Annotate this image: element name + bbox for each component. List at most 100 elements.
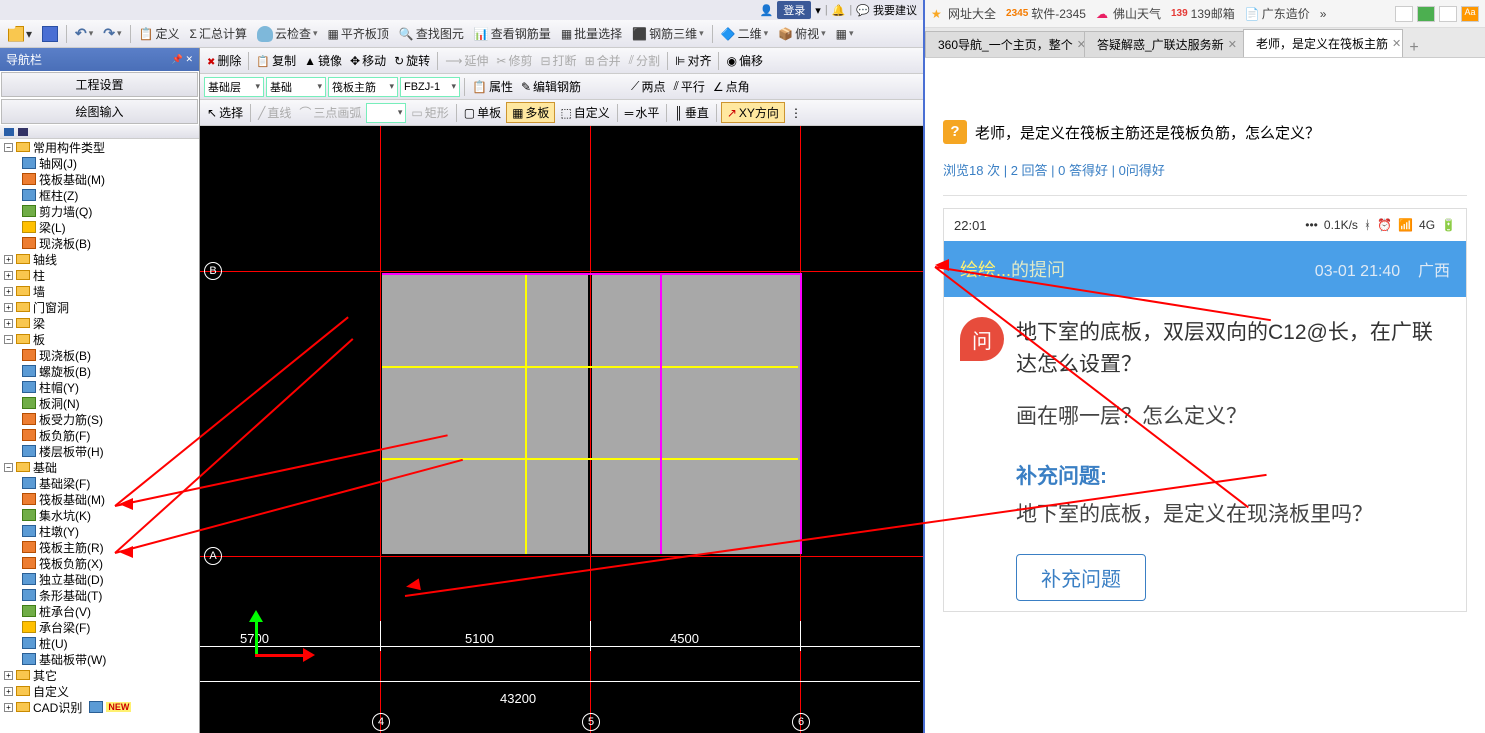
property-button[interactable]: 📋 属性 xyxy=(469,77,516,96)
supplement-button[interactable]: 补充问题 xyxy=(1016,554,1146,601)
tree-wall[interactable]: +墙 xyxy=(0,283,199,299)
tree-raft[interactable]: 筏板基础(M) xyxy=(0,171,199,187)
tree-spiral[interactable]: 螺旋板(B) xyxy=(0,363,199,379)
tree-shearwall[interactable]: 剪力墙(Q) xyxy=(0,203,199,219)
nav-project-settings[interactable]: 工程设置 xyxy=(1,72,198,97)
tab-360[interactable]: 360导航_一个主页，整个✕ xyxy=(925,31,1085,57)
suggest-link[interactable]: 我要建议 xyxy=(856,2,917,18)
align-button[interactable]: ⊫ 对齐 xyxy=(672,51,714,70)
copy-button[interactable]: 复制 xyxy=(253,51,299,70)
undo-button[interactable] xyxy=(71,23,97,44)
tree-col-pier[interactable]: 柱墩(Y) xyxy=(0,523,199,539)
bird-view-button[interactable]: 📦 俯视 xyxy=(774,23,830,44)
tree-slab-neg[interactable]: 板负筋(F) xyxy=(0,427,199,443)
module-icon-2[interactable] xyxy=(18,128,28,136)
tree-found-band[interactable]: 基础板带(W) xyxy=(0,651,199,667)
mirror-button[interactable]: ▲ 镜像 xyxy=(301,51,345,70)
tree-slab-cat[interactable]: −板 xyxy=(0,331,199,347)
tree-door[interactable]: +门窗洞 xyxy=(0,299,199,315)
2d-button[interactable]: 🔷 二维 xyxy=(717,23,773,44)
bookmark-sites[interactable]: ★网址大全 xyxy=(931,5,996,22)
tree-beam[interactable]: 梁(L) xyxy=(0,219,199,235)
bell-icon[interactable] xyxy=(832,4,846,17)
edit-rebar-button[interactable]: ✎ 编辑钢筋 xyxy=(518,77,584,96)
tree-frame-col[interactable]: 框柱(Z) xyxy=(0,187,199,203)
tree-grid[interactable]: 轴网(J) xyxy=(0,155,199,171)
name-combo[interactable]: FBZJ-1 xyxy=(400,77,460,97)
batch-select-button[interactable]: ▦ 批量选择 xyxy=(557,23,626,44)
tree-cad[interactable]: +CAD识别 NEW xyxy=(0,699,199,715)
point-angle-button[interactable]: ∠ 点角 xyxy=(710,77,753,96)
tree-slab-rebar[interactable]: 板受力筋(S) xyxy=(0,411,199,427)
tree-raft-main[interactable]: 筏板主筋(R) xyxy=(0,539,199,555)
rt-icon-2[interactable] xyxy=(1417,6,1435,22)
extra-menu[interactable]: ▦ xyxy=(832,25,858,43)
member-combo[interactable]: 筏板主筋 xyxy=(328,77,398,97)
tree-custom[interactable]: +自定义 xyxy=(0,683,199,699)
cloud-check-button[interactable]: 云检查 xyxy=(253,23,322,44)
tab-answer[interactable]: 答疑解惑_广联达服务新✕ xyxy=(1084,31,1244,57)
rt-icon-aa[interactable]: Aa xyxy=(1461,6,1479,22)
slab-block[interactable] xyxy=(382,368,588,458)
horizontal-button[interactable]: ═ 水平 xyxy=(622,103,663,122)
tree-cap-beam[interactable]: 承台梁(F) xyxy=(0,619,199,635)
view-rebar-button[interactable]: 📊 查看钢筋量 xyxy=(470,23,555,44)
tree-axis[interactable]: +轴线 xyxy=(0,251,199,267)
bookmark-more[interactable]: » xyxy=(1320,7,1327,21)
bookmark-software[interactable]: 2345软件-2345 xyxy=(1006,5,1086,22)
slab-block[interactable] xyxy=(382,460,588,554)
close-icon[interactable]: ✕ xyxy=(1228,38,1237,51)
floor-combo[interactable]: 基础层 xyxy=(204,77,264,97)
rt-icon-3[interactable] xyxy=(1439,6,1457,22)
parallel-button[interactable]: ⫽ 平行 xyxy=(670,77,707,96)
vertical-button[interactable]: ║ 垂直 xyxy=(671,103,712,122)
tree-floor-band[interactable]: 楼层板带(H) xyxy=(0,443,199,459)
extra-dd[interactable]: ⋮ xyxy=(787,105,805,121)
tree-found-beam[interactable]: 基础梁(F) xyxy=(0,475,199,491)
tree-pile-cap[interactable]: 桩承台(V) xyxy=(0,603,199,619)
select-button[interactable]: ↖ 选择 xyxy=(204,103,246,122)
rotate-button[interactable]: ↻ 旋转 xyxy=(391,51,433,70)
offset-button[interactable]: ◉ 偏移 xyxy=(723,51,766,70)
tree-pile[interactable]: 桩(U) xyxy=(0,635,199,651)
multi-slab-button[interactable]: ▦ 多板 xyxy=(506,102,555,123)
tree-indep-found[interactable]: 独立基础(D) xyxy=(0,571,199,587)
login-button[interactable]: 登录 xyxy=(777,1,811,19)
tree-common[interactable]: −常用构件类型 xyxy=(0,139,199,155)
bookmark-gdprice[interactable]: 📄广东造价 xyxy=(1245,5,1310,22)
tree-other[interactable]: +其它 xyxy=(0,667,199,683)
bookmark-mail[interactable]: 139139邮箱 xyxy=(1171,5,1235,22)
tree-strip-found[interactable]: 条形基础(T) xyxy=(0,587,199,603)
slab-block[interactable] xyxy=(382,274,588,366)
sum-calc-button[interactable]: Σ 汇总计算 xyxy=(186,23,251,44)
single-slab-button[interactable]: ▢ 单板 xyxy=(461,103,504,122)
two-point-button[interactable]: ⟋ 两点 xyxy=(628,77,668,96)
login-dropdown[interactable]: ▾ xyxy=(815,4,821,17)
save-button[interactable] xyxy=(38,24,62,44)
nav-pin-icon[interactable]: 📌 ✕ xyxy=(172,54,193,65)
tree-column[interactable]: +柱 xyxy=(0,267,199,283)
tree-foundation[interactable]: −基础 xyxy=(0,459,199,475)
tree-raft-found[interactable]: 筏板基础(M) xyxy=(0,491,199,507)
tree-cap[interactable]: 柱帽(Y) xyxy=(0,379,199,395)
xy-direction-button[interactable]: ↗ XY方向 xyxy=(721,102,785,123)
tree-castslab2[interactable]: 现浇板(B) xyxy=(0,347,199,363)
slab-block[interactable] xyxy=(670,274,800,554)
new-tab-button[interactable]: + xyxy=(1402,39,1426,57)
rt-icon-1[interactable] xyxy=(1395,6,1413,22)
custom-button[interactable]: ⬚ 自定义 xyxy=(557,103,612,122)
delete-button[interactable]: 删除 xyxy=(204,51,244,70)
tree-slabhole[interactable]: 板洞(N) xyxy=(0,395,199,411)
drawing-canvas[interactable]: B A 4 5 6 5700 5100 4500 43200 xyxy=(200,126,923,733)
close-icon[interactable]: ✕ xyxy=(1392,37,1401,50)
open-button[interactable]: ▾ xyxy=(4,24,36,44)
find-elem-button[interactable]: 🔍 查找图元 xyxy=(395,23,468,44)
tree-raft-neg[interactable]: 筏板负筋(X) xyxy=(0,555,199,571)
bookmark-weather[interactable]: ☁佛山天气 xyxy=(1096,5,1161,22)
nav-drawing-input[interactable]: 绘图输入 xyxy=(1,99,198,124)
tree-sump[interactable]: 集水坑(K) xyxy=(0,507,199,523)
redo-button[interactable] xyxy=(99,23,125,44)
define-button[interactable]: 📋 定义 xyxy=(135,23,184,44)
rebar-3d-button[interactable]: ⬛ 钢筋三维 xyxy=(628,23,708,44)
tab-teacher[interactable]: 老师，是定义在筏板主筋✕ xyxy=(1243,29,1403,57)
